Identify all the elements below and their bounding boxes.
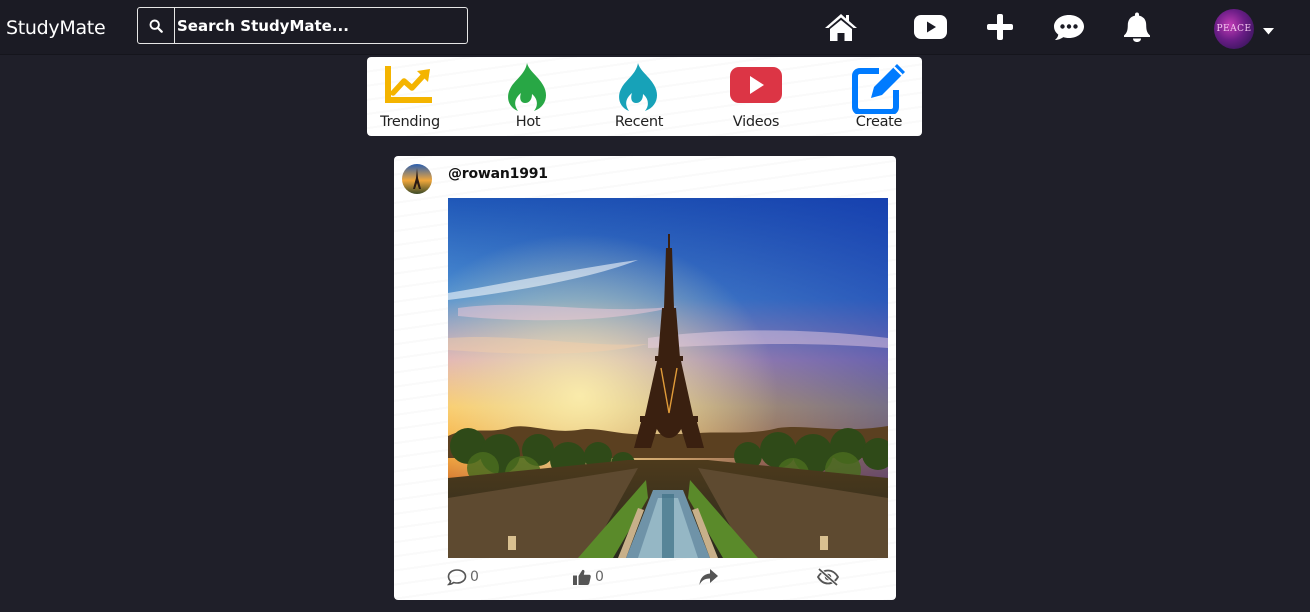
chat-icon[interactable] bbox=[1052, 10, 1086, 44]
top-navbar: StudyMate Search StudyMate... PEACE bbox=[0, 0, 1310, 55]
fire-icon bbox=[508, 63, 546, 111]
category-label: Create bbox=[855, 114, 903, 130]
brand-logo[interactable]: StudyMate bbox=[6, 17, 106, 39]
like-count: 0 bbox=[595, 569, 604, 585]
category-recent[interactable]: Recent bbox=[606, 57, 672, 136]
hide-post-button[interactable] bbox=[816, 568, 840, 586]
category-label: Hot bbox=[515, 114, 541, 130]
category-trending[interactable]: Trending bbox=[376, 57, 444, 136]
search-icon[interactable] bbox=[138, 8, 175, 43]
youtube-icon bbox=[730, 67, 782, 103]
search-input[interactable] bbox=[175, 8, 467, 43]
post-image[interactable] bbox=[448, 198, 888, 558]
post-actions: 0 0 bbox=[394, 568, 896, 592]
avatar-text: PEACE bbox=[1216, 24, 1252, 34]
post-username[interactable]: @rowan1991 bbox=[448, 166, 548, 182]
category-hot[interactable]: Hot bbox=[495, 57, 561, 136]
home-icon[interactable] bbox=[823, 10, 859, 44]
youtube-icon[interactable] bbox=[912, 10, 949, 44]
share-icon bbox=[699, 569, 718, 585]
chevron-down-icon[interactable] bbox=[1263, 22, 1274, 40]
post-card: @rowan1991 0 0 bbox=[394, 156, 896, 600]
trending-icon bbox=[385, 66, 432, 103]
comment-count: 0 bbox=[470, 569, 479, 585]
fire-icon bbox=[619, 63, 657, 111]
thumbs-up-icon bbox=[573, 569, 591, 585]
comment-icon bbox=[447, 569, 467, 586]
search-box bbox=[137, 7, 468, 44]
bell-icon[interactable] bbox=[1122, 10, 1152, 44]
user-avatar[interactable] bbox=[402, 164, 432, 194]
category-label: Trending bbox=[380, 114, 440, 130]
category-bar: Trending Hot Recent Videos Create bbox=[367, 57, 922, 136]
share-button[interactable] bbox=[698, 568, 719, 586]
profile-avatar[interactable]: PEACE bbox=[1214, 9, 1254, 49]
category-label: Videos bbox=[732, 114, 780, 130]
category-create[interactable]: Create bbox=[844, 57, 914, 136]
plus-icon[interactable] bbox=[985, 10, 1015, 44]
like-button[interactable]: 0 bbox=[572, 568, 604, 586]
category-label: Recent bbox=[614, 114, 664, 130]
edit-icon bbox=[852, 64, 905, 114]
eye-slash-icon bbox=[816, 568, 840, 586]
category-videos[interactable]: Videos bbox=[723, 57, 789, 136]
comment-button[interactable]: 0 bbox=[447, 568, 479, 586]
